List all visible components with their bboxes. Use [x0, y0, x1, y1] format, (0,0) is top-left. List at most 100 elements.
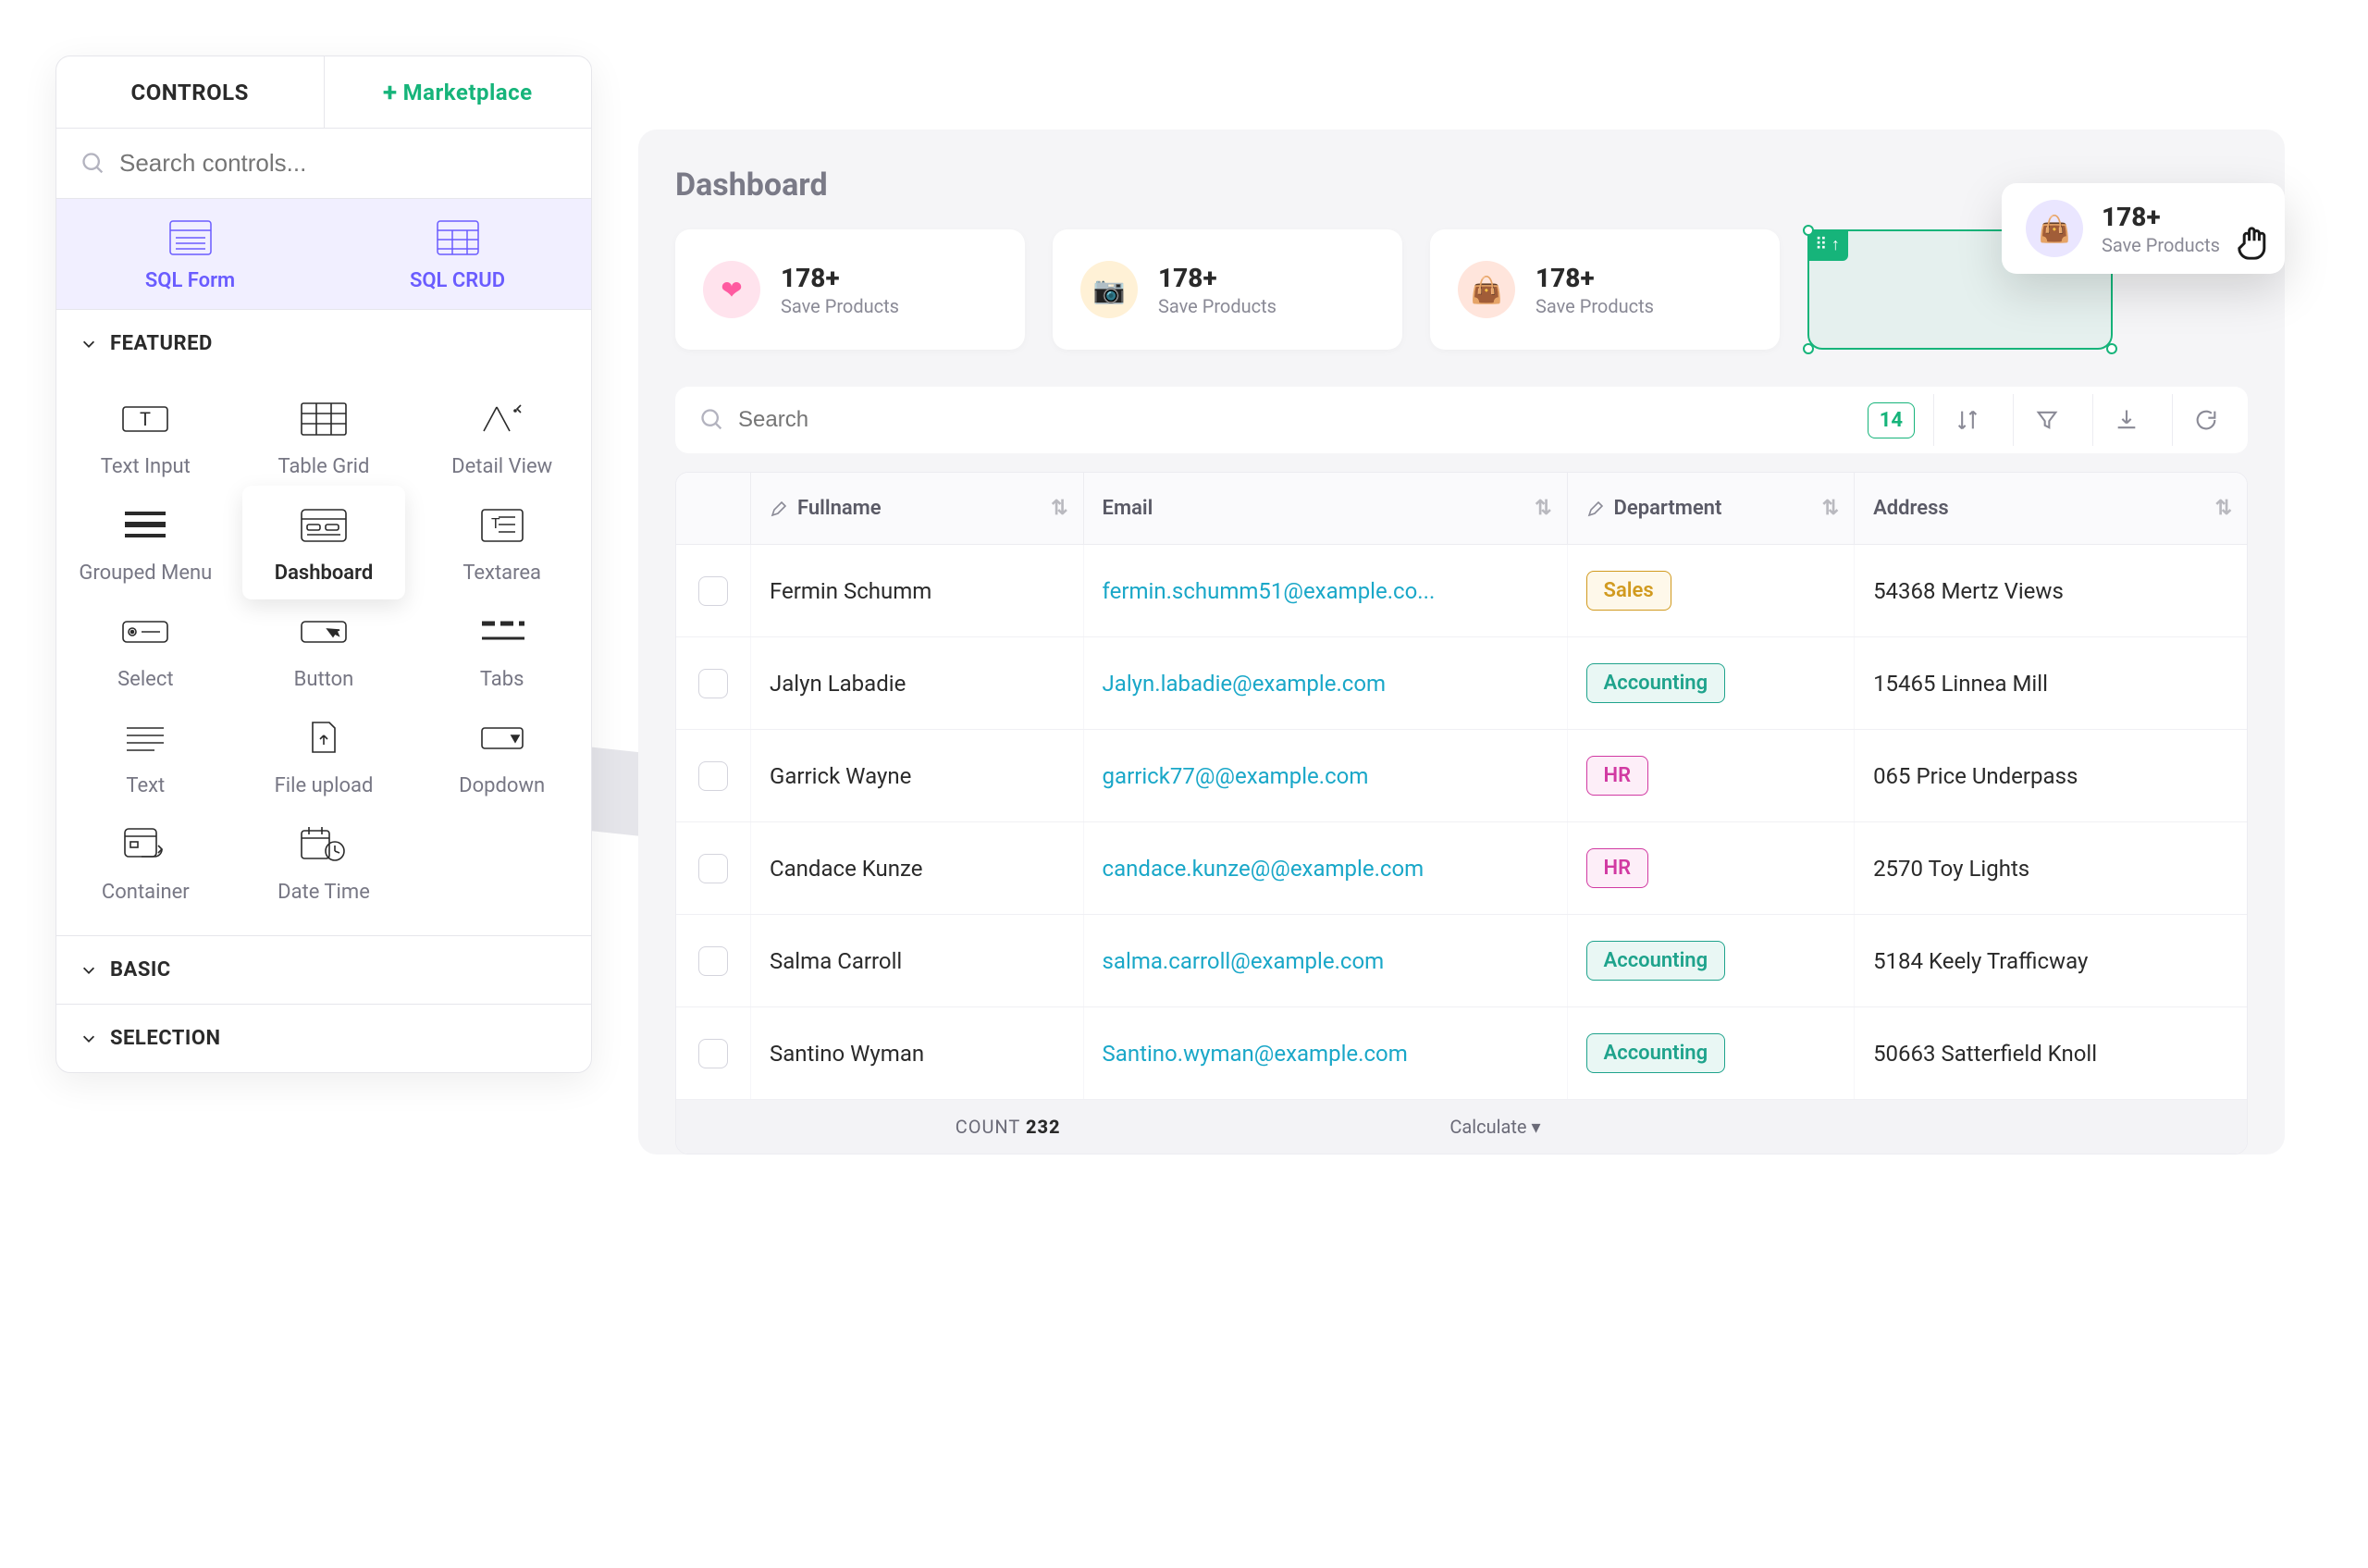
cell-email[interactable]: candace.kunze@@example.com: [1083, 822, 1567, 914]
row-checkbox[interactable]: [698, 576, 728, 606]
table-row[interactable]: Garrick Wayne garrick77@@example.com HR …: [676, 730, 2247, 822]
control-label: Dashboard: [275, 562, 373, 585]
control-date-time[interactable]: Date Time: [235, 820, 413, 904]
section-featured[interactable]: FEATURED: [56, 309, 591, 377]
column-email[interactable]: Email ⇅: [1083, 473, 1567, 544]
stat-card[interactable]: 📷 178+ Save Products: [1053, 229, 1402, 350]
tab-controls[interactable]: CONTROLS: [56, 56, 325, 128]
search-input[interactable]: [119, 149, 567, 178]
control-label: Table Grid: [278, 455, 370, 478]
dropdown-icon: [475, 717, 530, 759]
sort-button[interactable]: [1933, 394, 2000, 446]
cell-fullname: Salma Carroll: [750, 915, 1083, 1006]
dashboard-icon: [296, 504, 352, 547]
section-label: FEATURED: [110, 332, 213, 355]
control-textarea[interactable]: TTextarea: [413, 500, 591, 585]
row-checkbox[interactable]: [698, 1039, 728, 1068]
control-label: Grouped Menu: [79, 562, 212, 585]
control-table-grid[interactable]: Table Grid: [235, 394, 413, 478]
pencil-icon: [770, 500, 788, 518]
resize-handle[interactable]: [1803, 225, 1814, 236]
dragging-stat-card[interactable]: 👜 178+ Save Products: [2002, 183, 2285, 274]
sort-icon: ⇅: [1051, 497, 1067, 520]
control-detail-view[interactable]: Detail View: [413, 394, 591, 478]
filter-button[interactable]: [2013, 394, 2079, 446]
cell-email[interactable]: salma.carroll@example.com: [1083, 915, 1567, 1006]
table-row[interactable]: Candace Kunze candace.kunze@@example.com…: [676, 822, 2247, 915]
section-basic[interactable]: BASIC: [56, 935, 591, 1004]
control-dashboard[interactable]: Dashboard: [242, 486, 406, 599]
resize-handle[interactable]: [1803, 343, 1814, 354]
cell-department: Accounting: [1567, 915, 1855, 1006]
column-address[interactable]: Address ⇅: [1854, 473, 2247, 544]
cell-address: 54368 Mertz Views: [1854, 545, 2247, 636]
table-row[interactable]: Jalyn Labadie Jalyn.labadie@example.com …: [676, 637, 2247, 730]
download-button[interactable]: [2092, 394, 2159, 446]
table-row[interactable]: Santino Wyman Santino.wyman@example.com …: [676, 1007, 2247, 1100]
control-text-input[interactable]: TText Input: [56, 394, 235, 478]
quick-sql-crud[interactable]: SQL CRUD: [324, 217, 591, 292]
resize-handle[interactable]: [2106, 343, 2117, 354]
table-row[interactable]: Salma Carroll salma.carroll@example.com …: [676, 915, 2247, 1007]
section-selection[interactable]: SELECTION: [56, 1004, 591, 1072]
text-icon: [117, 717, 173, 759]
cell-email[interactable]: Jalyn.labadie@example.com: [1083, 637, 1567, 729]
department-badge: Accounting: [1586, 941, 1726, 981]
column-fullname[interactable]: Fullname ⇅: [750, 473, 1083, 544]
cell-address: 50663 Satterfield Knoll: [1854, 1007, 2247, 1099]
move-handle-icon[interactable]: ⠿ ↑: [1807, 229, 1848, 261]
sort-icon: ⇅: [1535, 497, 1551, 520]
count-label: COUNT: [956, 1116, 1020, 1138]
row-checkbox[interactable]: [698, 761, 728, 791]
refresh-button[interactable]: [2172, 394, 2238, 446]
detail-view-icon: [475, 398, 530, 440]
control-text[interactable]: Text: [56, 713, 235, 797]
control-container[interactable]: Container: [56, 820, 235, 904]
cell-address: 2570 Toy Lights: [1854, 822, 2247, 914]
stat-card[interactable]: ❤ 178+ Save Products: [675, 229, 1025, 350]
control-label: Tabs: [480, 668, 524, 691]
bag-icon: 👜: [2026, 200, 2083, 257]
quick-sql-form[interactable]: SQL Form: [56, 217, 324, 292]
quick-label: SQL CRUD: [410, 269, 505, 292]
grouped-menu-icon: [117, 504, 173, 547]
department-badge: Accounting: [1586, 663, 1726, 703]
column-department[interactable]: Department ⇅: [1567, 473, 1855, 544]
control-file-upload[interactable]: File upload: [235, 713, 413, 797]
control-select[interactable]: Select: [56, 607, 235, 691]
data-table: Fullname ⇅ Email ⇅ Department ⇅ Address: [675, 472, 2248, 1154]
cell-fullname: Fermin Schumm: [750, 545, 1083, 636]
controls-panel: CONTROLS + Marketplace SQL Form SQL CRUD…: [56, 56, 592, 1073]
row-checkbox[interactable]: [698, 854, 728, 883]
cell-address: 15465 Linnea Mill: [1854, 637, 2247, 729]
cell-email[interactable]: garrick77@@example.com: [1083, 730, 1567, 821]
cell-fullname: Garrick Wayne: [750, 730, 1083, 821]
chevron-down-icon: [80, 962, 97, 979]
cell-fullname: Santino Wyman: [750, 1007, 1083, 1099]
search-icon: [699, 407, 725, 433]
controls-search[interactable]: [56, 129, 591, 199]
cell-email[interactable]: Santino.wyman@example.com: [1083, 1007, 1567, 1099]
control-label: Text: [126, 774, 165, 797]
table-row[interactable]: Fermin Schumm fermin.schumm51@example.co…: [676, 545, 2247, 637]
control-label: Textarea: [462, 562, 541, 585]
table-search-input[interactable]: [738, 407, 1855, 433]
calculate-dropdown[interactable]: Calculate ▾: [1083, 1116, 1567, 1138]
stat-card[interactable]: 👜 178+ Save Products: [1430, 229, 1780, 350]
control-tabs[interactable]: Tabs: [413, 607, 591, 691]
cell-department: Accounting: [1567, 637, 1855, 729]
row-checkbox[interactable]: [698, 669, 728, 698]
control-dropdown[interactable]: Dopdown: [413, 713, 591, 797]
quick-label: SQL Form: [145, 269, 235, 292]
cell-email[interactable]: fermin.schumm51@example.co...: [1083, 545, 1567, 636]
tab-marketplace[interactable]: + Marketplace: [325, 56, 592, 128]
sql-crud-icon: [432, 217, 484, 258]
row-count-badge[interactable]: 14: [1868, 402, 1915, 438]
control-button[interactable]: Button: [235, 607, 413, 691]
marketplace-label: Marketplace: [403, 80, 533, 105]
control-grouped-menu[interactable]: Grouped Menu: [56, 500, 235, 585]
bag-icon: 👜: [1458, 261, 1515, 318]
table-toolbar: 14: [675, 387, 2248, 453]
stat-value: 178+: [1536, 263, 1654, 293]
row-checkbox[interactable]: [698, 946, 728, 976]
